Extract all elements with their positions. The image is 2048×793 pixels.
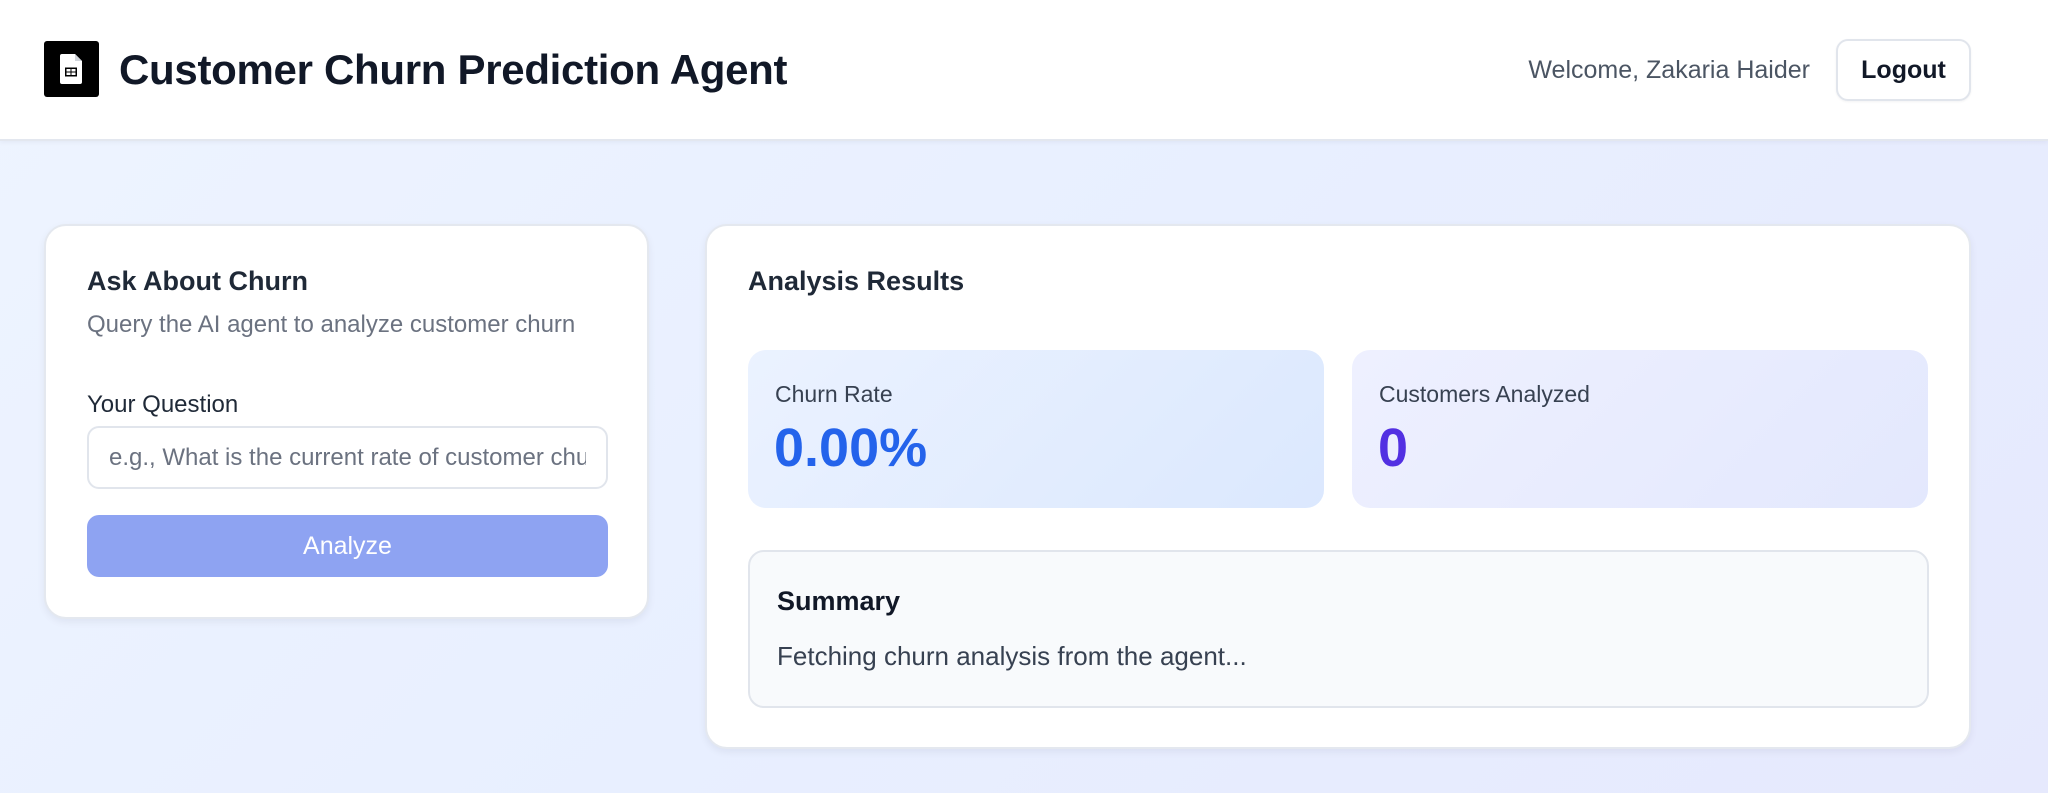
summary-title: Summary	[777, 586, 901, 616]
customers-analyzed-label: Customers Analyzed	[1379, 381, 1590, 407]
summary-box: Summary Fetching churn analysis from the…	[748, 550, 1929, 708]
question-input[interactable]	[87, 426, 608, 489]
logout-button[interactable]: Logout	[1836, 39, 1971, 101]
results-card-title: Analysis Results	[748, 266, 965, 296]
customers-analyzed-stat: Customers Analyzed 0	[1352, 350, 1928, 508]
app-title: Customer Churn Prediction Agent	[119, 46, 788, 93]
analyze-button[interactable]: Analyze	[87, 515, 608, 577]
ask-card-subtitle: Query the AI agent to analyze customer c…	[87, 311, 576, 338]
summary-text: Fetching churn analysis from the agent..…	[777, 641, 1247, 671]
app-header: Customer Churn Prediction Agent Welcome,…	[0, 0, 2048, 141]
spreadsheet-document-icon	[44, 41, 99, 97]
churn-rate-label: Churn Rate	[775, 381, 893, 407]
welcome-text: Welcome, Zakaria Haider	[1528, 56, 1810, 84]
ask-about-churn-card: Ask About Churn Query the AI agent to an…	[44, 224, 649, 619]
ask-card-title: Ask About Churn	[87, 266, 308, 296]
churn-rate-value: 0.00%	[774, 418, 928, 478]
analysis-results-card: Analysis Results Churn Rate 0.00% Custom…	[705, 224, 1971, 749]
question-label: Your Question	[87, 391, 239, 418]
churn-rate-stat: Churn Rate 0.00%	[748, 350, 1324, 508]
customers-analyzed-value: 0	[1378, 418, 1409, 478]
